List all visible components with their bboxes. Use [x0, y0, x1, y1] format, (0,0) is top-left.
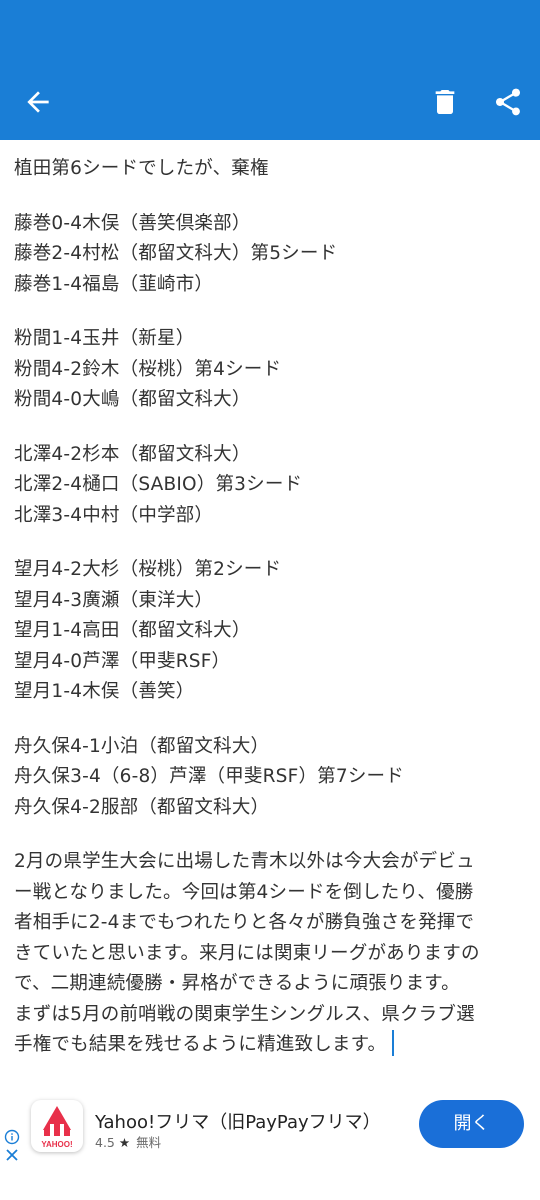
paragraph-line: 2月の県学生大会に出場した青木以外は今大会がデビュ: [14, 851, 475, 872]
paragraph-line-last: 手権でも結果を残せるように精進致します。: [14, 1030, 534, 1061]
trash-icon[interactable]: [429, 86, 461, 118]
post-editor[interactable]: 植田第6シードでしたが、棄権 藤巻0-4木俣（善笑倶楽部） 藤巻2-4村松（都留文科…: [14, 154, 534, 1061]
star-icon: ★: [118, 1135, 131, 1150]
share-icon[interactable]: [492, 86, 524, 118]
result-line: 望月1-4木俣（善笑）: [14, 681, 195, 702]
result-line: 舟久保4-1小泊（都留文科大）: [14, 735, 270, 757]
results-list: 植田第6シードでしたが、棄権 藤巻0-4木俣（善笑倶楽部） 藤巻2-4村松（都留文科…: [14, 154, 534, 847]
result-line: 望月1-4高田（都留文科大）: [14, 620, 251, 641]
result-line: 望月4-0芦澤（甲斐RSF）: [14, 650, 231, 672]
paragraph-line: ー戦となりました。今回は第4シードを倒したり、優勝: [14, 881, 474, 903]
ad-meta: 4.5 ★ 無料: [95, 1132, 161, 1151]
paragraph-line: まずは5月の前哨戦の関東学生シングルス、県クラブ選: [14, 1003, 475, 1025]
result-line: 粉間4-0大嶋（都留文科大）: [14, 389, 251, 410]
app-bar: [0, 0, 540, 140]
result-line: 藤巻2-4村松（都留文科大）第5シード: [14, 243, 338, 264]
result-line: 望月4-3廣瀬（東洋大）: [14, 589, 214, 611]
ad-banner[interactable]: YAHOO! Yahoo!フリマ（旧PayPayフリマ） 4.5 ★ 無料 開く: [0, 1096, 540, 1200]
price: 無料: [136, 1135, 162, 1150]
close-icon[interactable]: [5, 1148, 19, 1162]
info-icon[interactable]: [4, 1129, 20, 1145]
result-line: 粉間1-4玉井（新星）: [14, 328, 195, 349]
result-line: 舟久保4-2服部（都留文科大）: [14, 796, 270, 818]
result-line: 藤巻1-4福島（韮崎市）: [14, 273, 214, 295]
result-line: 北澤2-4樋口（SABIO）第3シード: [14, 474, 303, 495]
tent-icon: YAHOO!: [41, 1106, 73, 1149]
result-line: 粉間4-2鈴木（桜桃）第4シード: [14, 358, 282, 380]
ad-title[interactable]: Yahoo!フリマ（旧PayPayフリマ）: [95, 1108, 381, 1134]
paragraph-line: 者相手に2-4までもつれたりと各々が勝負強さを発揮で: [14, 912, 475, 933]
result-line: 望月4-2大杉（桜桃）第2シード: [14, 559, 282, 580]
text-cursor: [392, 1030, 395, 1056]
post-paragraph: 2月の県学生大会に出場した青木以外は今大会がデビュ ー戦となりました。今回は第4…: [14, 847, 534, 1061]
result-line: 舟久保3-4（6-8）芦澤（甲斐RSF）第7シード: [14, 766, 404, 787]
open-button[interactable]: 開く: [419, 1100, 524, 1148]
paragraph-text: 手権でも結果を残せるように精進致します。: [14, 1034, 387, 1055]
result-line: 藤巻0-4木俣（善笑倶楽部）: [14, 212, 251, 234]
result-line: 植田第6シードでしたが、棄権: [14, 158, 269, 179]
logo-text: YAHOO!: [41, 1140, 72, 1149]
paragraph-line: で、二期連続優勝・昇格ができるように頑張ります。: [14, 973, 460, 994]
arrow-left-icon[interactable]: [22, 86, 54, 118]
rating: 4.5: [95, 1135, 115, 1150]
result-line: 北澤3-4中村（中学部）: [14, 504, 214, 526]
result-line: 北澤4-2杉本（都留文科大）: [14, 443, 251, 465]
paragraph-line: きていたと思います。来月には関東リーグがありますの: [14, 942, 480, 964]
app-logo[interactable]: YAHOO!: [31, 1100, 83, 1152]
